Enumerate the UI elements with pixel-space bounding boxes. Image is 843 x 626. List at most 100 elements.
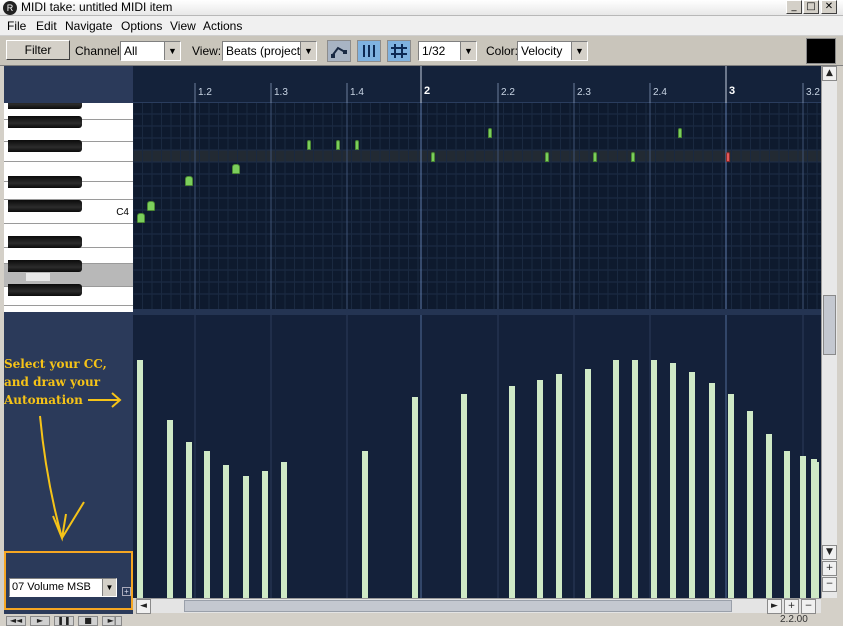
- midi-note[interactable]: [488, 128, 492, 138]
- cc-bar[interactable]: [556, 374, 562, 598]
- rewind-button[interactable]: ◄◄: [6, 616, 26, 626]
- color-swatch[interactable]: [806, 38, 836, 64]
- piano-roll-grid[interactable]: [133, 103, 821, 309]
- cc-bar[interactable]: [362, 451, 368, 598]
- cc-bar[interactable]: [800, 456, 806, 598]
- filter-button[interactable]: Filter: [6, 40, 70, 60]
- menu-file[interactable]: File: [7, 18, 26, 34]
- midi-note[interactable]: [232, 164, 240, 174]
- stop-button[interactable]: ■: [78, 616, 98, 626]
- cc-bar[interactable]: [784, 451, 790, 598]
- forward-button[interactable]: ►|: [102, 616, 122, 626]
- scroll-left-button[interactable]: ◄: [136, 599, 151, 614]
- cc-bar[interactable]: [509, 386, 515, 598]
- tick-label: 2.4: [653, 87, 667, 98]
- cc-bar[interactable]: [223, 465, 229, 598]
- cc-bar[interactable]: [613, 360, 619, 598]
- midi-note[interactable]: [431, 152, 435, 162]
- midi-note-selected[interactable]: [726, 152, 730, 162]
- menu-navigate[interactable]: Navigate: [65, 18, 112, 34]
- cc-bar[interactable]: [813, 462, 819, 598]
- black-key[interactable]: [8, 260, 82, 272]
- cc-bar[interactable]: [728, 394, 734, 598]
- black-key[interactable]: [8, 103, 82, 109]
- midi-note[interactable]: [631, 152, 635, 162]
- midi-note[interactable]: [678, 128, 682, 138]
- add-lane-button[interactable]: +: [122, 587, 131, 596]
- cc-bar[interactable]: [243, 476, 249, 598]
- black-key[interactable]: [8, 116, 82, 128]
- midi-note[interactable]: [137, 213, 145, 223]
- menu-view[interactable]: View: [170, 18, 196, 34]
- horizontal-scrollbar[interactable]: ◄ ► + −: [136, 598, 821, 614]
- title-bar: R MIDI take: untitled MIDI item _ □ ✕: [0, 0, 843, 16]
- black-key[interactable]: [8, 140, 82, 152]
- maximize-button[interactable]: □: [803, 0, 819, 14]
- cc-bar[interactable]: [167, 420, 173, 598]
- black-key[interactable]: [8, 200, 82, 212]
- quantize-icon[interactable]: [357, 40, 381, 62]
- black-key[interactable]: [8, 236, 82, 248]
- cc-bar[interactable]: [186, 442, 192, 598]
- midi-note[interactable]: [593, 152, 597, 162]
- cc-bar[interactable]: [689, 372, 695, 598]
- note-draw-icon[interactable]: [327, 40, 351, 62]
- cc-bar[interactable]: [632, 360, 638, 598]
- cc-lane[interactable]: [133, 315, 821, 598]
- grid-select[interactable]: 1/32 ▼: [418, 41, 477, 61]
- piano-keyboard[interactable]: C4: [4, 103, 133, 312]
- cc-bar[interactable]: [651, 360, 657, 598]
- cc-bar[interactable]: [137, 360, 143, 598]
- vertical-scrollbar[interactable]: ▲ ▼ + −: [821, 66, 837, 598]
- cc-bar[interactable]: [709, 383, 715, 598]
- horizontal-scroll-thumb[interactable]: [184, 600, 732, 612]
- midi-note[interactable]: [185, 176, 193, 186]
- black-key[interactable]: [8, 176, 82, 188]
- grid-icon[interactable]: [387, 40, 411, 62]
- midi-note[interactable]: [545, 152, 549, 162]
- cc-bar[interactable]: [747, 411, 753, 598]
- black-key[interactable]: [8, 284, 82, 296]
- scroll-up-button[interactable]: ▲: [822, 66, 837, 81]
- chevron-down-icon: ▼: [102, 579, 116, 596]
- play-button[interactable]: ►: [30, 616, 50, 626]
- scroll-right-button[interactable]: ►: [767, 599, 782, 614]
- tick-label: 2.3: [577, 87, 591, 98]
- tick-label: 3.2: [806, 87, 820, 98]
- cc-bar[interactable]: [262, 471, 268, 598]
- channel-select[interactable]: All ▼: [120, 41, 181, 61]
- zoom-out-horizontal-button[interactable]: −: [801, 599, 816, 614]
- timeline-ruler[interactable]: 1.2 1.3 1.4 2 2.2 2.3 2.4 3 3.2: [133, 66, 821, 103]
- view-select[interactable]: Beats (project) ▼: [222, 41, 317, 61]
- zoom-out-vertical-button[interactable]: −: [822, 577, 837, 592]
- zoom-in-horizontal-button[interactable]: +: [784, 599, 799, 614]
- cc-bar[interactable]: [281, 462, 287, 598]
- pause-button[interactable]: ❚❚: [54, 616, 74, 626]
- scroll-down-button[interactable]: ▼: [822, 545, 837, 560]
- color-select[interactable]: Velocity ▼: [517, 41, 588, 61]
- close-button[interactable]: ✕: [821, 0, 837, 14]
- cc-bar[interactable]: [204, 451, 210, 598]
- menu-options[interactable]: Options: [121, 18, 162, 34]
- right-arrow-icon: [88, 392, 122, 408]
- midi-note[interactable]: [355, 140, 359, 150]
- midi-note[interactable]: [336, 140, 340, 150]
- tick-label: 1.4: [350, 87, 364, 98]
- cc-bar[interactable]: [461, 394, 467, 598]
- cc-bar[interactable]: [537, 380, 543, 598]
- position-readout: 2.2.00: [780, 614, 808, 625]
- minimize-button[interactable]: _: [786, 0, 802, 14]
- chevron-down-icon: ▼: [571, 42, 587, 60]
- menu-actions[interactable]: Actions: [203, 18, 242, 34]
- cc-bar[interactable]: [585, 369, 591, 598]
- cc-bar[interactable]: [670, 363, 676, 598]
- vertical-scroll-thumb[interactable]: [823, 295, 836, 355]
- color-value: Velocity: [521, 44, 563, 58]
- midi-note[interactable]: [147, 201, 155, 211]
- cc-bar[interactable]: [412, 397, 418, 598]
- midi-note[interactable]: [307, 140, 311, 150]
- menu-edit[interactable]: Edit: [36, 18, 57, 34]
- zoom-in-vertical-button[interactable]: +: [822, 561, 837, 576]
- cc-bar[interactable]: [766, 434, 772, 598]
- cc-lane-select[interactable]: 07 Volume MSB ▼: [9, 578, 117, 597]
